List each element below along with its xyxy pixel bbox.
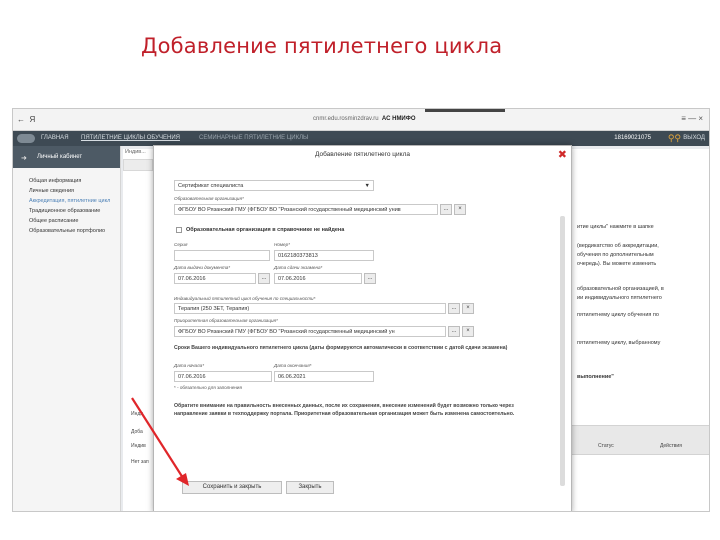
- cycle-label: Индивидуальный пятилетний цикл обучения …: [174, 296, 316, 301]
- start-date-field[interactable]: 07.06.2016: [174, 371, 272, 382]
- nav-home[interactable]: ГЛАВНАЯ: [41, 135, 69, 141]
- end-date-label: Дата окончания*: [274, 363, 312, 368]
- sidebar-item-accreditation[interactable]: Аккредитация, пятилетние цикл: [13, 196, 120, 206]
- series-label: Серия: [174, 242, 188, 247]
- arrow-right-icon: ➜: [21, 155, 27, 162]
- issue-date-picker-button[interactable]: ...: [258, 273, 270, 284]
- cycle-select-button[interactable]: ...: [448, 303, 460, 314]
- org-not-found-label: Образовательная организация в справочник…: [186, 227, 345, 233]
- sidebar: ➜ Личный кабинет Общая информация Личные…: [13, 146, 121, 511]
- exit-link[interactable]: ВЫХОД: [683, 135, 705, 141]
- sidebar-item-personal[interactable]: Личные сведения: [13, 186, 120, 196]
- priority-org-clear-button[interactable]: ×: [462, 326, 474, 337]
- org-select-button[interactable]: ...: [440, 204, 452, 215]
- priority-org-label: Приоритетная образовательная организация…: [174, 318, 278, 323]
- exam-date-picker-button[interactable]: ...: [364, 273, 376, 284]
- bg-text-1: итие циклы" нажмите в шапке: [577, 224, 654, 230]
- bg-text-8: пятилетнему циклу, выбранному: [577, 340, 661, 346]
- start-date-label: Дата начала*: [174, 363, 204, 368]
- bg-text-5: образовательной организацией, в: [577, 286, 664, 292]
- sidebar-cabinet-label: Личный кабинет: [37, 154, 83, 160]
- cycle-clear-button[interactable]: ×: [462, 303, 474, 314]
- panel-header: [123, 159, 153, 171]
- col-actions: Действия: [660, 443, 682, 449]
- exam-date-label: Дата сдачи экзамена*: [274, 265, 323, 270]
- required-note: * - обязательно для заполнения: [174, 385, 242, 390]
- bg-text-7: пятилетнему циклу обучения по: [577, 312, 659, 318]
- bg-text-2: (вердикатство об аккредитации,: [577, 243, 659, 249]
- exam-date-field[interactable]: 07.06.2016: [274, 273, 362, 284]
- sidebar-menu: Общая информация Личные сведения Аккреди…: [13, 168, 120, 236]
- logo: [17, 134, 35, 143]
- terms-heading: Сроки Вашего индивидуального пятилетнего…: [174, 345, 508, 351]
- priority-org-field[interactable]: ФГБОУ ВО Рязанский ГМУ (ФГБОУ ВО "Рязанс…: [174, 326, 446, 337]
- sidebar-item-general[interactable]: Общая информация: [13, 176, 120, 186]
- issue-date-field[interactable]: 07.06.2016: [174, 273, 256, 284]
- table-header: Статус Действия: [563, 425, 709, 455]
- app-top-nav: ГЛАВНАЯ ПЯТИЛЕТНИЕ ЦИКЛЫ ОБУЧЕНИЯ СЕМИНА…: [13, 131, 709, 146]
- org-label: Образовательная организация*: [174, 196, 244, 201]
- end-date-field[interactable]: 06.06.2021: [274, 371, 374, 382]
- org-not-found-checkbox[interactable]: [176, 227, 182, 233]
- user-id[interactable]: 18169021075: [614, 135, 651, 141]
- screenshot-frame: ← Я cnmr.edu.rosminzdrav.ru АС НМИФО ≡ —…: [12, 108, 710, 512]
- series-field[interactable]: [174, 250, 270, 261]
- save-and-close-button[interactable]: Сохранить и закрыть: [182, 481, 282, 494]
- cycle-field[interactable]: Терапия (250 ЗЕТ, Терапия): [174, 303, 446, 314]
- close-button[interactable]: Закрыть: [286, 481, 334, 494]
- add-cycle-modal: Добавление пятилетнего цикла ✖ Сертифика…: [153, 145, 572, 511]
- search-icon[interactable]: ⚲⚲: [668, 133, 681, 144]
- back-button[interactable]: ← Я: [17, 115, 35, 124]
- issue-date-label: Дата выдачи документа*: [174, 265, 231, 270]
- address-bar[interactable]: cnmr.edu.rosminzdrav.ru АС НМИФО: [313, 116, 416, 122]
- window-controls[interactable]: ≡ — ×: [681, 114, 703, 123]
- sidebar-item-schedule[interactable]: Общее расписание: [13, 216, 120, 226]
- sidebar-cabinet[interactable]: ➜ Личный кабинет: [13, 146, 120, 168]
- warning-text: Обратите внимание на правильность внесен…: [174, 403, 515, 417]
- nav-cycles[interactable]: ПЯТИЛЕТНИЕ ЦИКЛЫ ОБУЧЕНИЯ: [81, 135, 180, 141]
- sidebar-item-traditional[interactable]: Традиционное образование: [13, 206, 120, 216]
- doc-type-select[interactable]: Сертификат специалиста ▼: [174, 180, 374, 191]
- modal-title: Добавление пятилетнего цикла: [315, 151, 410, 158]
- chevron-down-icon: ▼: [364, 183, 370, 189]
- browser-bar: ← Я cnmr.edu.rosminzdrav.ru АС НМИФО ≡ —…: [13, 109, 709, 131]
- number-field[interactable]: 0162180373813: [274, 250, 374, 261]
- bg-text-3: обучения по дополнительным: [577, 252, 654, 258]
- browser-tab-indicator: [425, 109, 505, 112]
- main-subtab[interactable]: Индив...: [125, 149, 146, 155]
- slide-title: Добавление пятилетнего цикла: [141, 34, 503, 58]
- nav-elements[interactable]: СЕМИНАРНЫЕ ПЯТИЛЕТНИЕ ЦИКЛЫ: [199, 135, 308, 141]
- org-clear-button[interactable]: ×: [454, 204, 466, 215]
- col-status: Статус: [598, 443, 614, 449]
- modal-footer: Сохранить и закрыть Закрыть: [168, 480, 558, 500]
- bg-text-4: очередь). Вы можете изменить: [577, 261, 657, 267]
- close-icon[interactable]: ✖: [558, 148, 567, 161]
- modal-scrollbar[interactable]: [560, 216, 565, 486]
- priority-org-select-button[interactable]: ...: [448, 326, 460, 337]
- org-field[interactable]: ФГБОУ ВО Рязанский ГМУ (ФГБОУ ВО "Рязанс…: [174, 204, 438, 215]
- bg-text-6: ии индивидуального пятилетнего: [577, 295, 662, 301]
- number-label: Номер*: [274, 242, 290, 247]
- bg-left-1: Инди: [131, 411, 144, 417]
- sidebar-item-portfolio[interactable]: Образовательные портфолио: [13, 226, 120, 236]
- bg-text-9: выполнение": [577, 374, 614, 380]
